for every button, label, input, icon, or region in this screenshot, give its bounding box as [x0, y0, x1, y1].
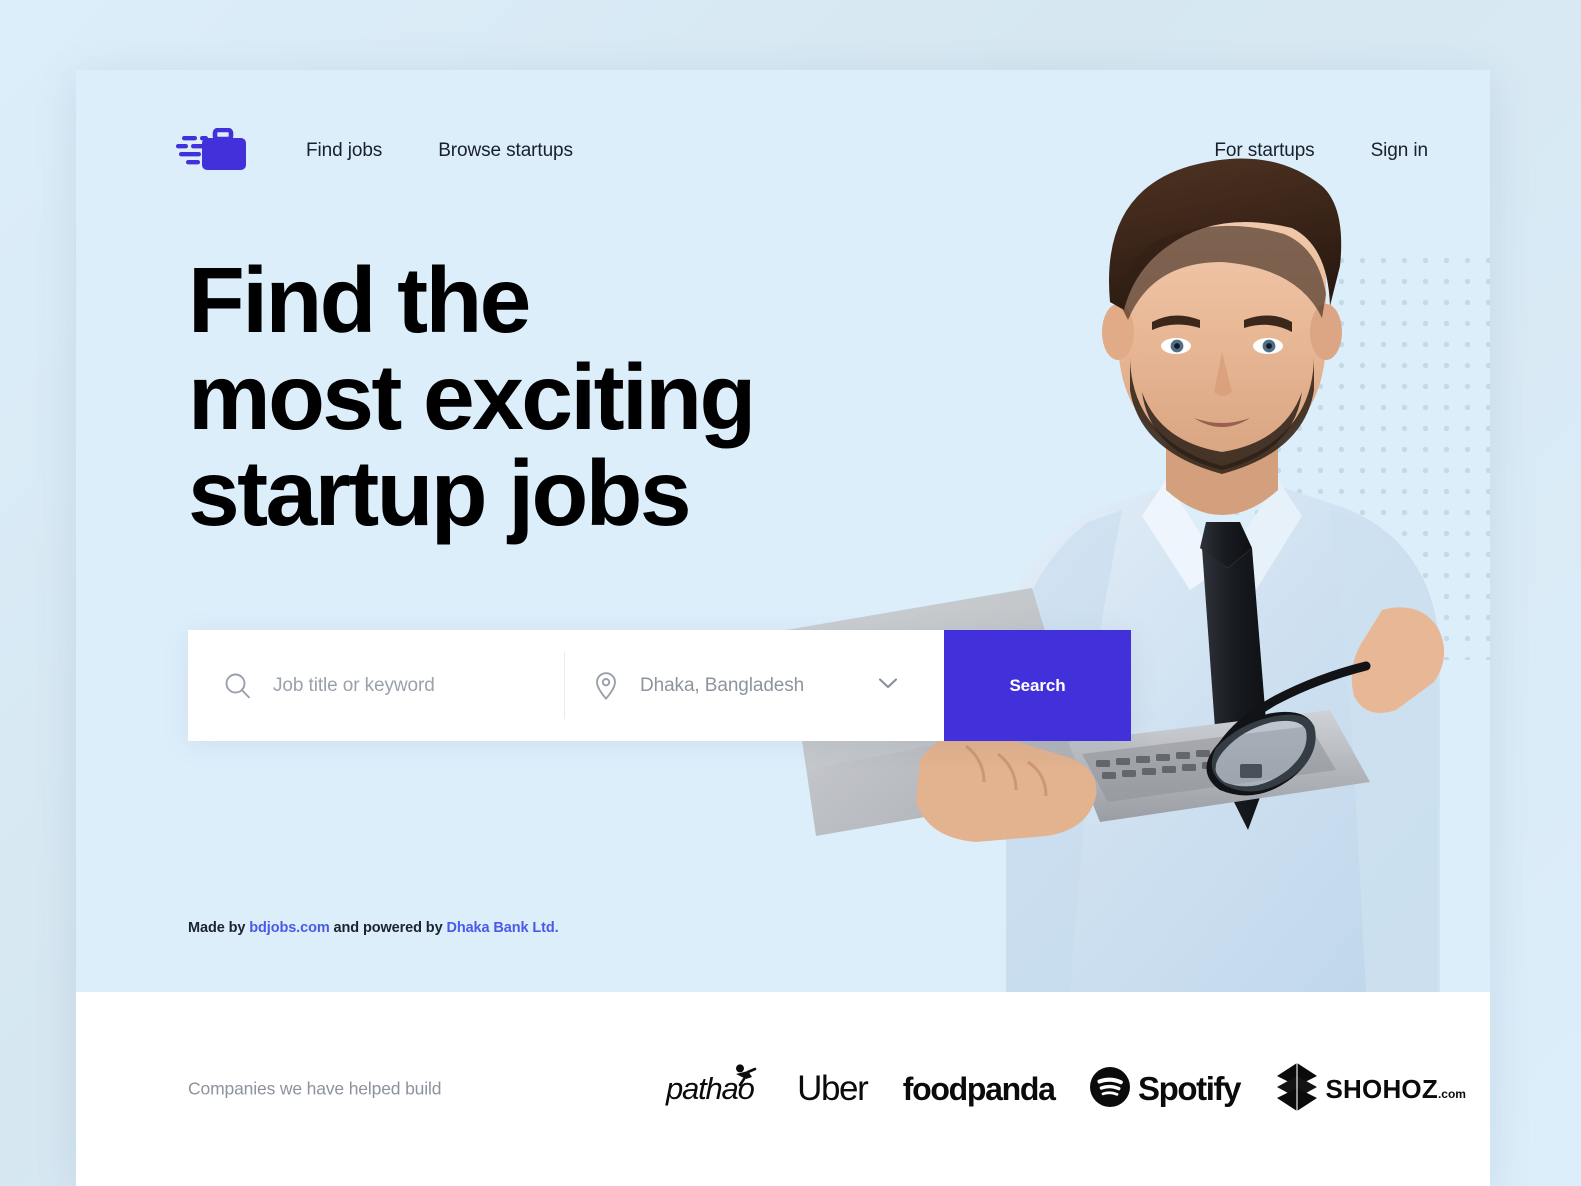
companies-section: Companies we have helped build pathao Ub…	[76, 992, 1490, 1186]
search-icon	[224, 672, 251, 699]
nav-link-find-jobs[interactable]: Find jobs	[306, 140, 382, 162]
brand-foodpanda[interactable]: foodpanda	[902, 1061, 1056, 1117]
location-value[interactable]: Dhaka, Bangladesh	[640, 675, 804, 697]
shohoz-diamond-icon	[1276, 1062, 1318, 1117]
page-card: Find jobs Browse startups For startups S…	[76, 70, 1490, 1186]
brand-spotify[interactable]: Spotify	[1090, 1061, 1241, 1117]
nav-link-sign-in[interactable]: Sign in	[1371, 140, 1429, 162]
chevron-down-icon[interactable]	[878, 677, 898, 695]
cyclist-icon	[728, 1063, 762, 1095]
logo-briefcase-motion-icon[interactable]	[176, 127, 250, 172]
headline-line-2: most exciting	[188, 344, 756, 449]
location-pin-icon	[594, 671, 618, 701]
nav-links-right: For startups Sign in	[1214, 140, 1428, 162]
brand-uber-label: Uber	[797, 1069, 869, 1108]
credit-prefix: Made by	[188, 920, 250, 936]
headline-line-1: Find the	[188, 248, 531, 352]
nav-links-left: Find jobs Browse startups	[306, 140, 573, 162]
companies-label: Companies we have helped build	[188, 1078, 442, 1099]
credit-link-dhaka-bank[interactable]: Dhaka Bank Ltd.	[446, 920, 558, 936]
headline-line-3: startup jobs	[188, 441, 692, 546]
brand-pathao[interactable]: pathao	[666, 1061, 762, 1117]
credit-link-bdjobs[interactable]: bdjobs.com	[249, 920, 329, 936]
company-logo-row: pathao Uber foodpanda Spotify SHOHOZ.com	[666, 1061, 1466, 1117]
job-search-bar: Job title or keyword Dhaka, Bangladesh S…	[188, 630, 1131, 741]
location-field[interactable]: Dhaka, Bangladesh	[564, 630, 944, 741]
brand-uber[interactable]: Uber	[797, 1061, 869, 1117]
search-button[interactable]: Search	[944, 630, 1131, 741]
spotify-circle-icon	[1090, 1066, 1131, 1112]
brand-foodpanda-label: foodpanda	[902, 1070, 1056, 1107]
hero-section: Find jobs Browse startups For startups S…	[76, 70, 1490, 992]
decorative-dot-grid	[1226, 250, 1490, 660]
search-input[interactable]: Job title or keyword	[273, 675, 435, 697]
nav-link-browse-startups[interactable]: Browse startups	[438, 140, 573, 162]
credit-line: Made by bdjobs.com and powered by Dhaka …	[188, 920, 559, 936]
brand-shohoz[interactable]: SHOHOZ.com	[1276, 1061, 1466, 1117]
keyword-field[interactable]: Job title or keyword	[188, 630, 564, 741]
brand-shohoz-label: SHOHOZ.com	[1325, 1073, 1466, 1104]
top-navigation: Find jobs Browse startups For startups S…	[76, 70, 1490, 250]
nav-link-for-startups[interactable]: For startups	[1214, 140, 1314, 162]
hero-headline: Find the most exciting startup jobs	[188, 252, 888, 542]
credit-middle: and powered by	[329, 920, 447, 936]
brand-spotify-label: Spotify	[1138, 1070, 1241, 1107]
